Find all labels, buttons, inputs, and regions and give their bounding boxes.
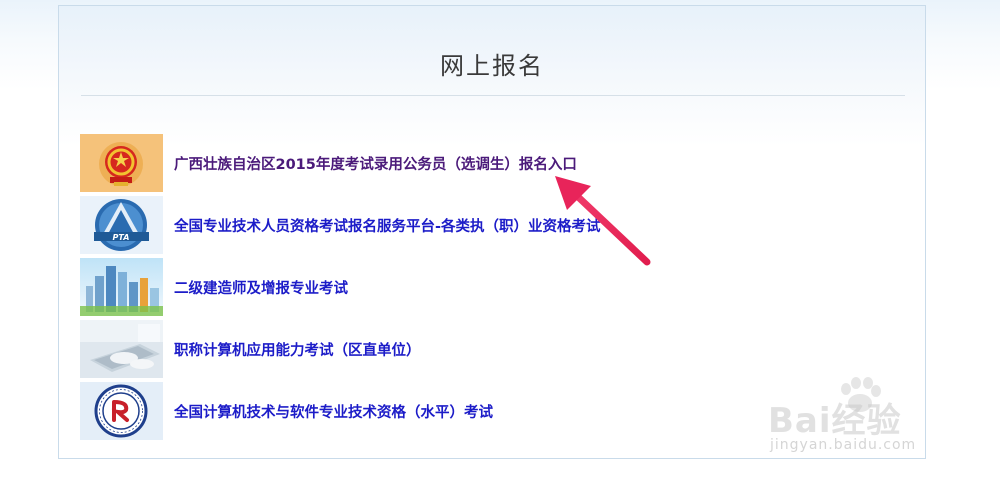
list-item-civil-servant[interactable]: 广西壮族自治区2015年度考试录用公务员（选调生）报名入口 [80,134,900,192]
list-item-constructor-exam[interactable]: 二级建造师及增报专业考试 [80,258,900,316]
list-item-computer-ability-exam[interactable]: 职称计算机应用能力考试（区直单位） [80,320,900,378]
software-qualification-exam-link[interactable]: 全国计算机技术与软件专业技术资格（水平）考试 [174,401,493,422]
title-divider [81,95,905,96]
registration-panel: 网上报名 广西壮族自治区2015年度考试录用公务员（选调生）报名入口 PTA 全… [58,5,926,459]
list-item-professional-qualification[interactable]: PTA 全国专业技术人员资格考试报名服务平台-各类执（职）业资格考试 [80,196,900,254]
list-item-software-qualification-exam[interactable]: 全国计算机技术与软件专业技术资格（水平）考试 [80,382,900,440]
constructor-exam-link[interactable]: 二级建造师及增报专业考试 [174,277,348,298]
civil-servant-registration-link[interactable]: 广西壮族自治区2015年度考试录用公务员（选调生）报名入口 [174,153,577,174]
pta-logo-icon[interactable]: PTA [80,196,163,254]
professional-qualification-link[interactable]: 全国专业技术人员资格考试报名服务平台-各类执（职）业资格考试 [174,215,601,236]
national-emblem-icon[interactable] [80,134,163,192]
page-title: 网上报名 [440,52,544,80]
exam-list: 广西壮族自治区2015年度考试录用公务员（选调生）报名入口 PTA 全国专业技术… [80,134,900,444]
city-buildings-image[interactable] [80,258,163,316]
computer-ability-exam-link[interactable]: 职称计算机应用能力考试（区直单位） [174,339,421,360]
pta-logo-text: PTA [113,233,130,242]
exam-center-seal-icon[interactable] [80,382,163,440]
page: 网上报名 广西壮族自治区2015年度考试录用公务员（选调生）报名入口 PTA 全… [0,0,1000,482]
laptop-typing-image[interactable] [80,320,163,378]
